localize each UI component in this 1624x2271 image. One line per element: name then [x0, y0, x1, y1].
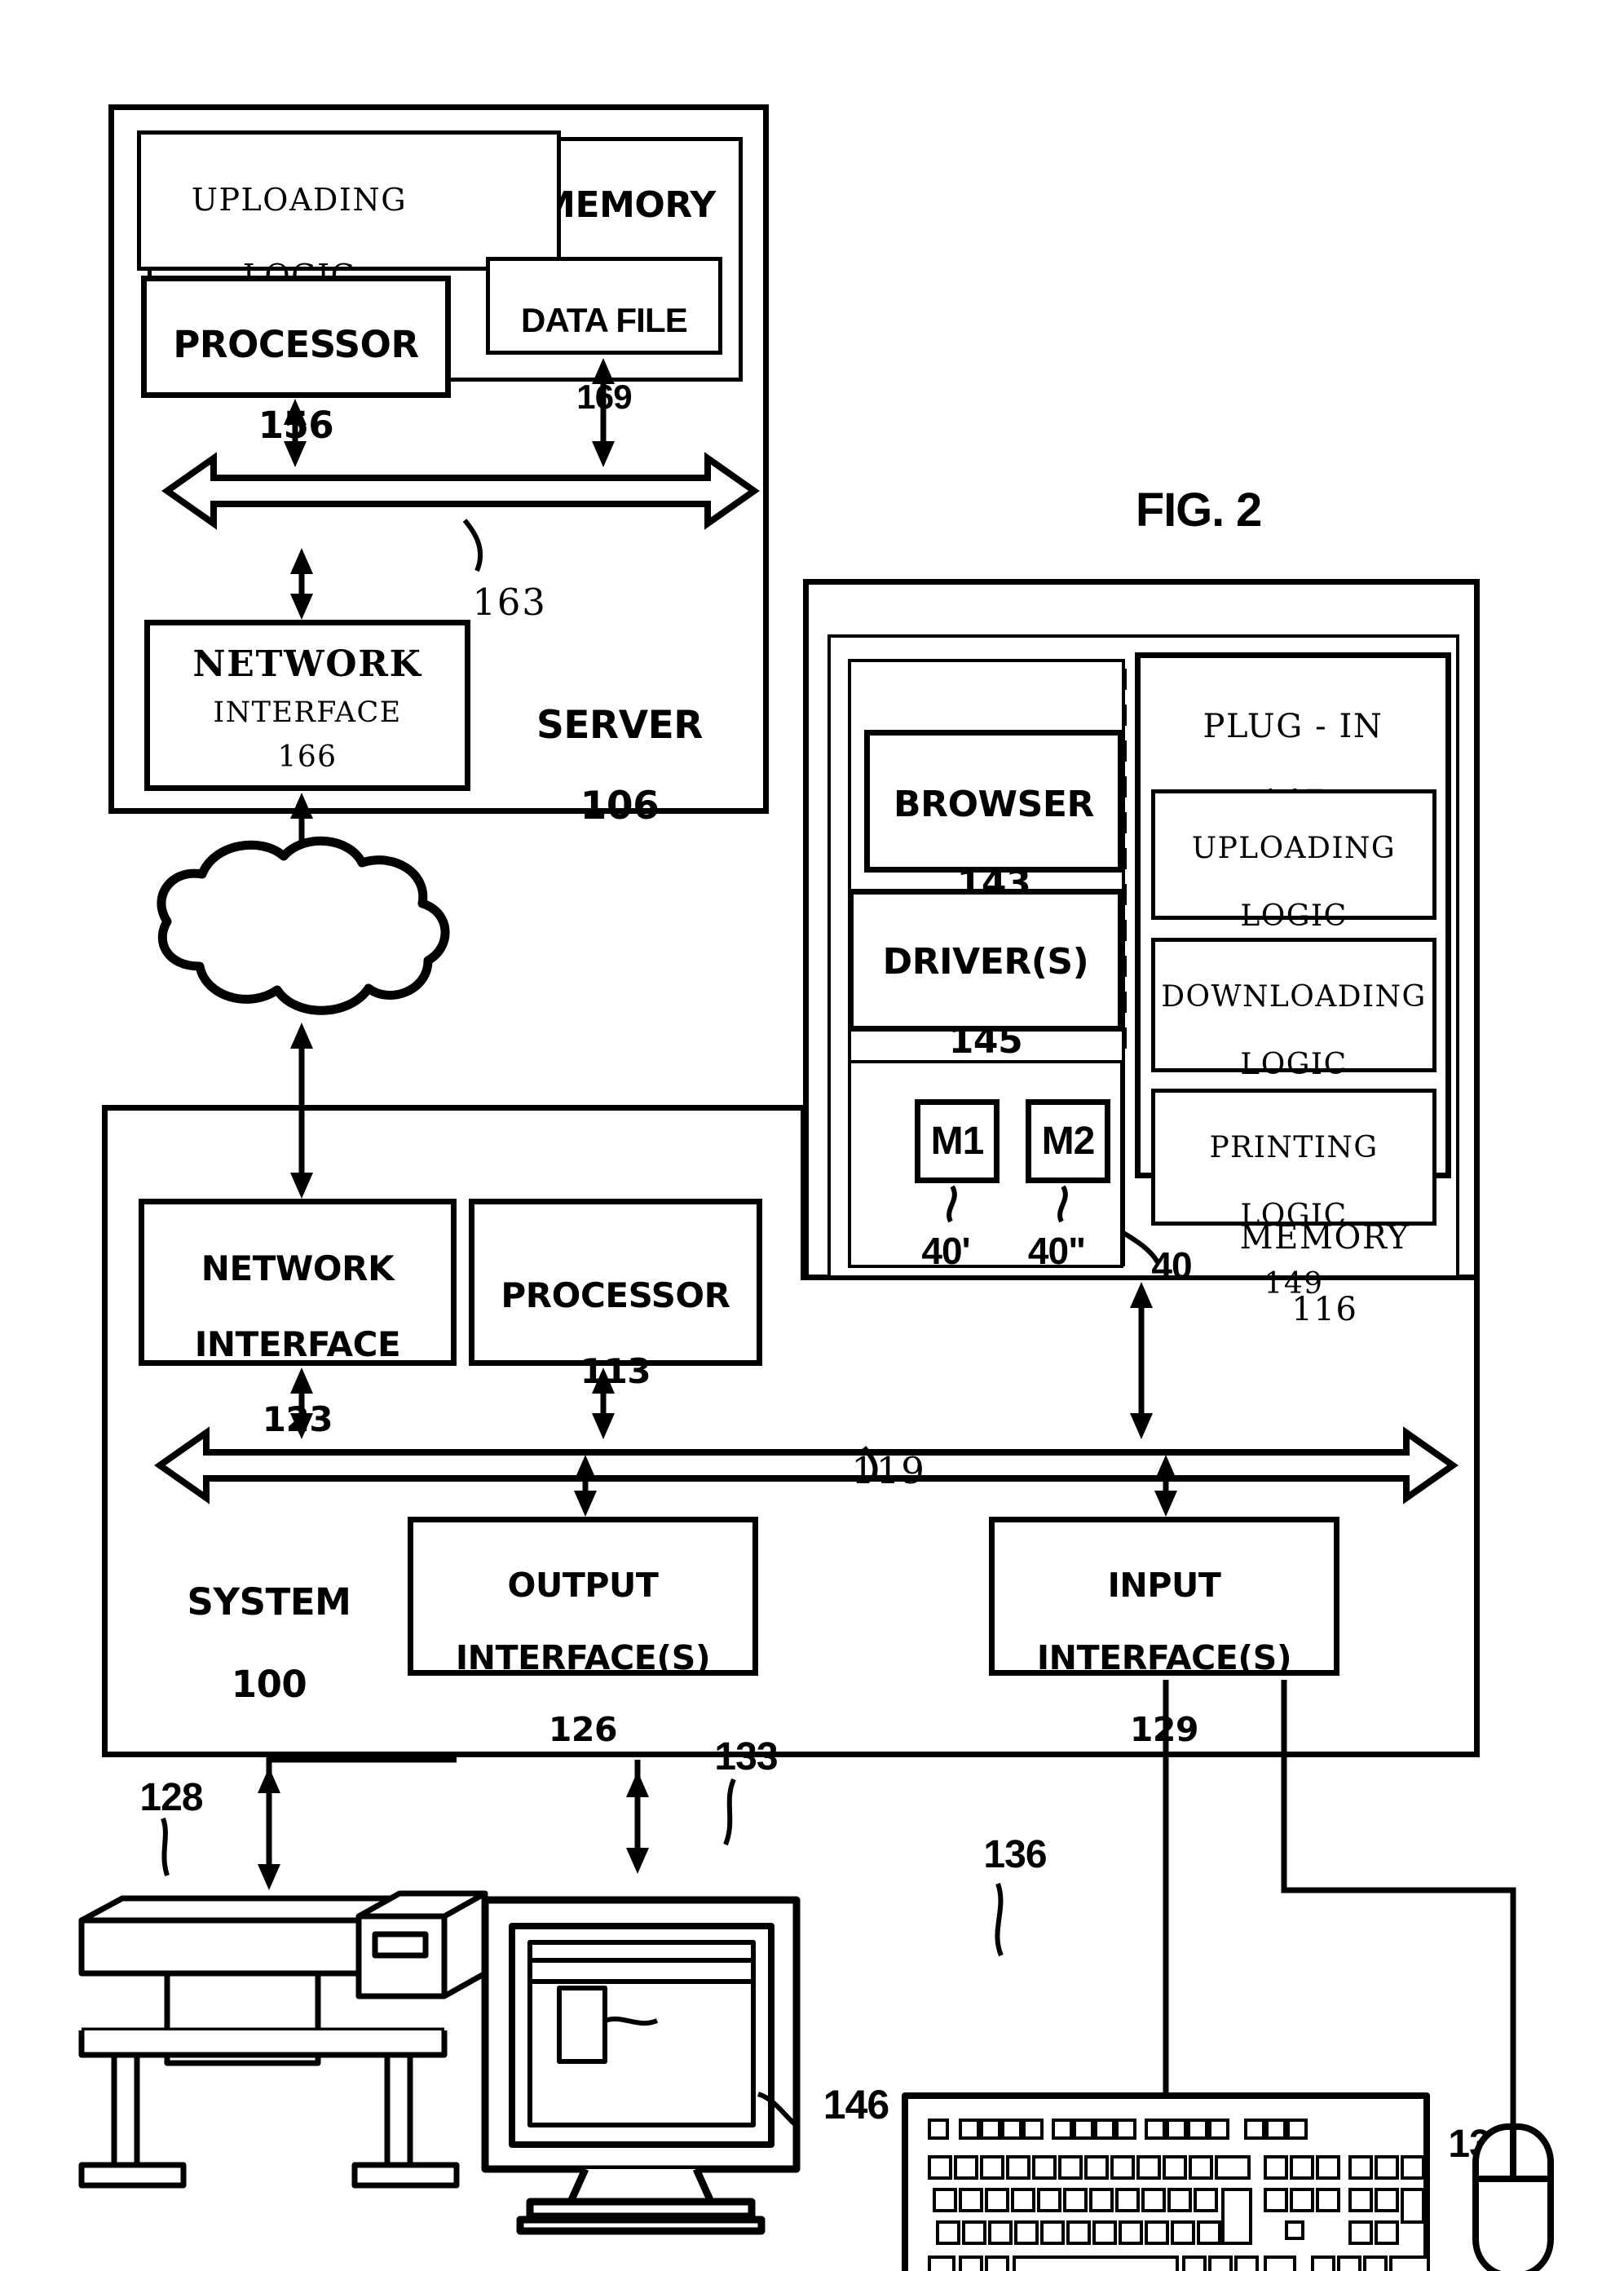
- server-processor-label-text: PROCESSOR: [173, 322, 419, 366]
- figure-title: FIG. 2: [1135, 484, 1262, 537]
- server-network-interface-label: NETWORK INTERFACE 166: [147, 632, 468, 773]
- server-ref: 106: [580, 784, 660, 829]
- system-label: SYSTEM 100: [155, 1541, 383, 1706]
- drivers-ref: 145: [948, 1020, 1023, 1063]
- plugin-printing-line2: LOGIC: [1240, 1199, 1348, 1233]
- system-label-text: SYSTEM: [187, 1580, 351, 1624]
- monitor-window-leader: [603, 2016, 659, 2026]
- output-cables: [266, 1761, 641, 1778]
- output-interface-line2: INTERFACE(S): [455, 1637, 711, 1677]
- input-cables: [1163, 1680, 1516, 2123]
- printer-leader: [161, 1817, 170, 1876]
- model-m2-ref: 40": [1027, 1230, 1086, 1272]
- system-ni-line1: NETWORK: [201, 1248, 395, 1289]
- server-processor-label: PROCESSOR 156: [143, 284, 448, 445]
- keyboard-keys: [928, 2119, 1430, 2271]
- server-label: SERVER 106: [497, 665, 742, 827]
- server-label-text: SERVER: [536, 702, 703, 748]
- monitor-screen-ref: 146: [823, 2082, 889, 2127]
- keyboard-136: [902, 2092, 1430, 2271]
- server-data-file-label: DATA FILE 169: [489, 263, 719, 416]
- server-uploading-logic-line1: UPLOADING: [191, 182, 408, 219]
- plugin-label-text: PLUG - IN: [1203, 708, 1383, 746]
- monitor-ref: 133: [714, 1735, 778, 1778]
- patent-figure-2: FIG. 2 SERVER 106 MEMORY 159 UPLOADING L…: [0, 0, 1624, 2271]
- keyboard-ref: 136: [983, 1833, 1047, 1876]
- system-ref: 100: [231, 1663, 307, 1707]
- browser-label-text: BROWSER: [894, 784, 1094, 826]
- input-interface-ref: 129: [1129, 1710, 1199, 1750]
- printer-feed: [266, 1756, 457, 1770]
- model-m1-box: M1: [915, 1099, 1000, 1183]
- plugin-uploading-line1: UPLOADING: [1191, 831, 1397, 865]
- plugin-printing-line1: PRINTING: [1209, 1130, 1379, 1164]
- plugin-uploading-line2: LOGIC: [1240, 899, 1348, 934]
- server-ni-ref: 166: [277, 740, 338, 774]
- plugin-downloading-line2: LOGIC: [1240, 1048, 1348, 1082]
- server-bus-ref: 163: [472, 581, 547, 624]
- model-m2-box: M2: [1026, 1099, 1110, 1183]
- monitor-screen-leader: [757, 2092, 797, 2127]
- server-memory-label-text: MEMORY: [540, 183, 716, 226]
- system-ni-ref: 123: [262, 1398, 333, 1439]
- mouse-ref: 139: [1448, 2123, 1511, 2166]
- server-ni-line1: NETWORK: [192, 643, 422, 685]
- output-interface-label: OUTPUT INTERFACE(S) 126: [410, 1531, 756, 1748]
- model-m1-ref: 40': [921, 1230, 970, 1272]
- system-processor-label: PROCESSOR 113: [471, 1239, 760, 1390]
- plugin-printing-ref: 149: [1264, 1266, 1324, 1301]
- system-network-interface-label: NETWORK INTERFACE 123: [141, 1213, 454, 1438]
- drivers-label: DRIVER(S) 145: [850, 904, 1121, 1062]
- system-bus-ref: 119: [851, 1449, 926, 1492]
- server-processor-ref: 156: [258, 403, 334, 447]
- plugin-printing-logic-label: PRINTING LOGIC 149: [1154, 1097, 1434, 1301]
- drivers-label-text: DRIVER(S): [882, 941, 1089, 983]
- server-ni-line2: INTERFACE: [213, 696, 402, 729]
- monitor-window-ref: 149: [647, 1955, 714, 2001]
- browser-label: BROWSER 143: [867, 746, 1121, 904]
- output-interface-ref: 126: [548, 1710, 618, 1750]
- plugin-downloading-line1: DOWNLOADING: [1161, 979, 1427, 1014]
- monitor-133: [481, 1896, 801, 2235]
- model-m2-label: M2: [1041, 1120, 1096, 1163]
- printer-128: [78, 1890, 488, 2189]
- system-ni-line2: INTERFACE: [194, 1323, 401, 1364]
- keyboard-leader: [995, 1882, 1004, 1957]
- input-interface-label: INPUT INTERFACE(S) 129: [991, 1531, 1337, 1748]
- printer-ref: 128: [139, 1776, 203, 1819]
- input-interface-line2: INTERFACE(S): [1036, 1637, 1292, 1677]
- output-interface-line1: OUTPUT: [507, 1566, 659, 1606]
- model-m1-label: M1: [930, 1120, 985, 1163]
- system-processor-ref: 113: [580, 1350, 651, 1391]
- server-data-file-label-text: DATA FILE: [521, 301, 688, 340]
- server-data-file-ref: 169: [576, 378, 632, 417]
- network-cloud-109: [157, 836, 450, 1015]
- input-interface-line1: INPUT: [1107, 1566, 1221, 1606]
- system-processor-label-text: PROCESSOR: [501, 1275, 730, 1316]
- monitor-leader: [723, 1778, 736, 1846]
